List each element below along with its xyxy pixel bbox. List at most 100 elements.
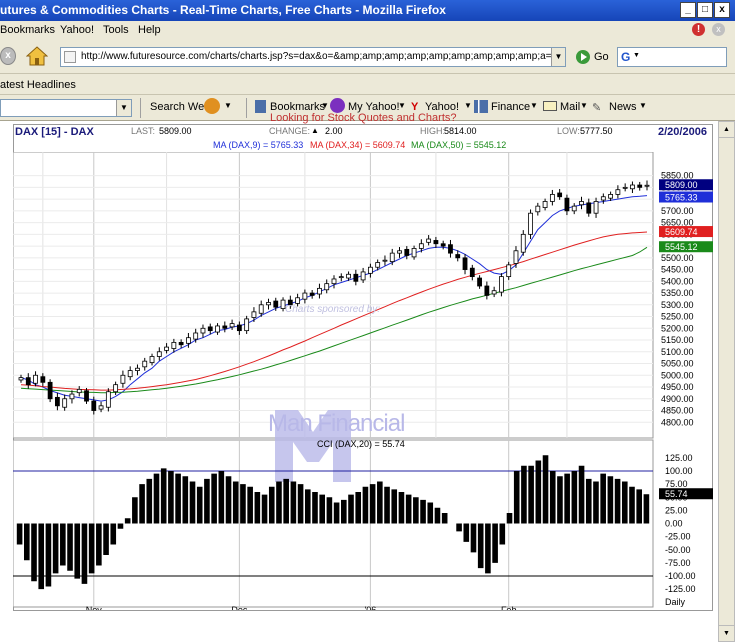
- price-tick-label: 5000.00: [661, 370, 694, 380]
- close-tab-icon[interactable]: x: [712, 23, 725, 36]
- cci-bar: [549, 471, 556, 524]
- cci-bar: [427, 502, 434, 524]
- menu-bookmarks[interactable]: Bookmarks: [0, 24, 55, 36]
- cci-bar: [254, 492, 261, 524]
- vertical-scrollbar[interactable]: ▲ ▼: [718, 121, 735, 642]
- candle-body: [266, 302, 271, 306]
- minimize-button[interactable]: _: [680, 2, 696, 18]
- menu-tools[interactable]: Tools: [103, 24, 129, 36]
- cci-bar: [614, 478, 621, 524]
- candle-body: [462, 257, 468, 270]
- home-icon[interactable]: [25, 45, 49, 67]
- candle-body: [91, 400, 97, 411]
- cci-bar: [88, 523, 95, 574]
- candle-body: [644, 184, 650, 187]
- cci-bar: [67, 523, 73, 571]
- cci-bar: [132, 497, 138, 524]
- cci-bar: [521, 465, 527, 524]
- candle-body: [455, 254, 461, 259]
- change-label: CHANGE:: [269, 126, 311, 136]
- candle-body: [506, 264, 512, 278]
- cci-bar: [643, 494, 650, 524]
- candle-body: [186, 337, 191, 344]
- stock-quotes-link[interactable]: Looking for Stock Quotes and Charts?: [270, 112, 457, 124]
- candle-body: [484, 285, 490, 296]
- moving-average-legend: MA (DAX,9) = 5765.33 MA (DAX,34) = 5609.…: [13, 140, 713, 152]
- my-yahoo-icon: [330, 98, 345, 113]
- cci-bar: [124, 518, 131, 524]
- sponsor-caption: Charts sponsored by:: [285, 304, 381, 315]
- bookmark-latest-headlines[interactable]: atest Headlines: [0, 79, 76, 91]
- low-value: 5777.50: [580, 126, 613, 136]
- yahoo-highlight-icon[interactable]: [204, 98, 220, 114]
- price-tick-label: 5100.00: [661, 347, 694, 357]
- candle-body: [98, 405, 104, 410]
- url-dropdown-button[interactable]: ▼: [551, 48, 565, 66]
- chart-symbol: DAX [15] - DAX: [15, 126, 94, 138]
- cci-bar: [600, 473, 606, 524]
- search-engine-input[interactable]: G ▼: [617, 47, 727, 67]
- candle-body: [353, 273, 359, 282]
- candle-body: [499, 276, 504, 293]
- yahoo-search-input[interactable]: ▼: [0, 99, 132, 117]
- menu-help[interactable]: Help: [138, 24, 161, 36]
- candle-body: [295, 297, 301, 304]
- candle-body: [535, 205, 541, 213]
- scroll-up-arrow[interactable]: ▲: [719, 122, 734, 138]
- cci-bar: [585, 478, 592, 524]
- cci-bar: [629, 486, 635, 524]
- cci-bar: [485, 523, 491, 574]
- candle-body: [557, 192, 563, 198]
- cci-bar: [578, 465, 585, 524]
- cci-bar: [341, 499, 347, 524]
- bookmarks-icon: [255, 100, 266, 113]
- candle-body: [222, 325, 228, 329]
- yahoo-search-dropdown[interactable]: ▼: [116, 100, 131, 116]
- cci-title: CCI (DAX,20) = 55.74: [317, 439, 405, 449]
- candle-body: [491, 290, 497, 295]
- finance-icon: [474, 100, 488, 113]
- scroll-down-arrow[interactable]: ▼: [719, 625, 734, 641]
- candle-body: [156, 351, 162, 357]
- menu-yahoo[interactable]: Yahoo!: [60, 24, 94, 36]
- candle-body: [178, 341, 184, 346]
- cci-bar: [52, 523, 59, 574]
- cci-bar: [117, 523, 124, 529]
- close-window-button[interactable]: x: [714, 2, 730, 18]
- candle-body: [84, 390, 89, 402]
- value-badge-label: 5809.00: [665, 180, 698, 190]
- url-input[interactable]: http://www.futuresource.com/charts/chart…: [60, 47, 566, 67]
- candle-body: [469, 267, 475, 278]
- go-button[interactable]: Go: [594, 51, 609, 63]
- cci-tick-label: -25.00: [665, 532, 691, 542]
- search-web-button[interactable]: Search Web: [150, 101, 210, 113]
- stop-icon[interactable]: x: [0, 47, 16, 65]
- news-button[interactable]: News: [609, 101, 637, 113]
- candle-body: [149, 356, 155, 363]
- cci-tick-label: -50.00: [665, 545, 691, 555]
- candle-body: [397, 250, 402, 254]
- price-tick-label: 5500.00: [661, 253, 694, 263]
- cci-bar: [196, 486, 203, 524]
- mail-button[interactable]: Mail: [560, 101, 580, 113]
- cci-bar: [304, 489, 311, 524]
- go-icon[interactable]: [576, 50, 590, 64]
- maximize-button[interactable]: □: [697, 2, 713, 18]
- price-tick-label: 5250.00: [661, 312, 694, 322]
- candle-body: [324, 283, 330, 291]
- cci-bar: [211, 473, 217, 524]
- value-badge-label: 5545.12: [665, 242, 698, 252]
- mail-icon: [543, 101, 557, 111]
- cci-bar: [268, 486, 275, 524]
- candle-body: [113, 384, 119, 393]
- value-badge-label: 5765.33: [665, 193, 698, 203]
- cci-bar: [45, 523, 52, 587]
- candle-body: [579, 201, 584, 206]
- candle-body: [600, 196, 606, 201]
- cci-bar: [225, 476, 232, 524]
- finance-button[interactable]: Finance: [491, 101, 530, 113]
- candle-body: [258, 304, 264, 314]
- candle-body: [200, 327, 206, 334]
- cci-bar: [456, 523, 462, 532]
- google-icon[interactable]: G: [621, 50, 630, 64]
